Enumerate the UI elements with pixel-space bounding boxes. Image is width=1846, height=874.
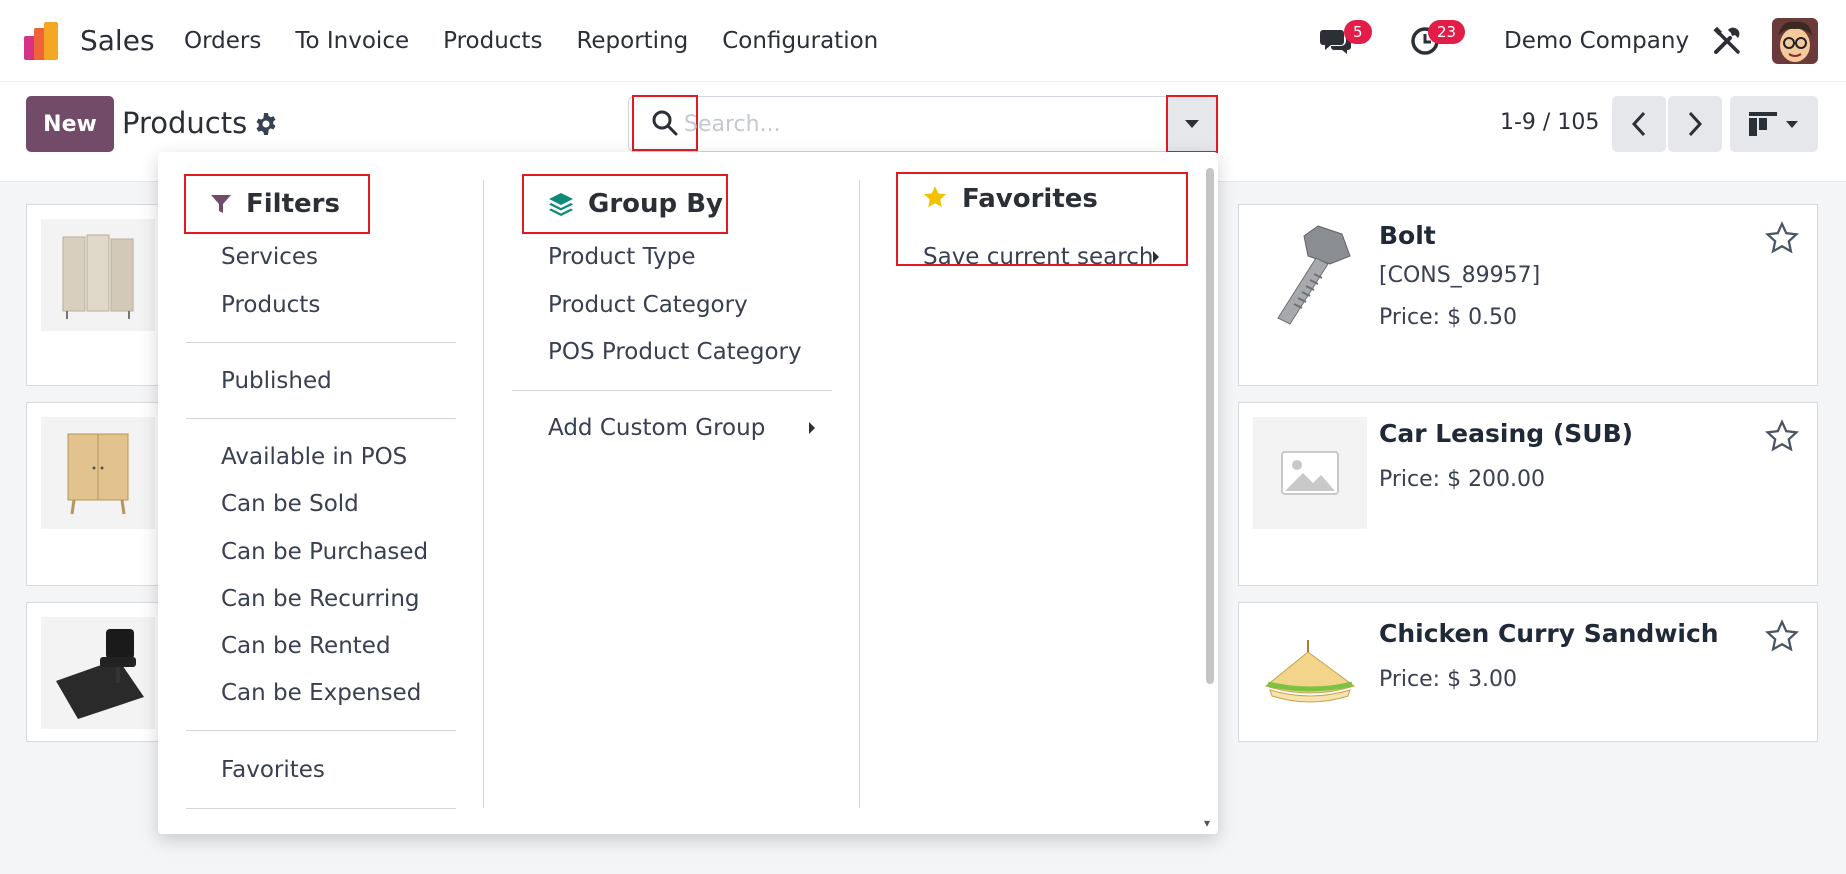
dropdown-scrollbar[interactable] xyxy=(1206,168,1214,684)
product-card[interactable] xyxy=(26,602,176,742)
sales-app-logo-icon[interactable] xyxy=(24,22,64,62)
group-by-title: Group By xyxy=(588,189,723,219)
product-price: Price: $ 3.00 xyxy=(1379,667,1518,692)
product-image xyxy=(41,617,155,729)
top-navbar: Sales Orders To Invoice Products Reporti… xyxy=(0,0,1846,82)
group-by-pos-product-category[interactable]: POS Product Category xyxy=(548,339,802,365)
filters-title: Filters xyxy=(246,189,340,219)
chevron-right-icon xyxy=(1688,111,1703,137)
search-input[interactable] xyxy=(684,104,1164,144)
search-panel-dropdown: Filters Services Products Published Avai… xyxy=(158,152,1218,834)
pager-value[interactable]: 1-9 / 105 xyxy=(1500,110,1599,135)
menu-products[interactable]: Products xyxy=(443,28,542,54)
search-options-toggle[interactable] xyxy=(1166,95,1218,153)
product-image xyxy=(1253,617,1367,729)
product-card[interactable] xyxy=(26,204,176,386)
pager-next-button[interactable] xyxy=(1668,96,1722,152)
filter-icon xyxy=(211,195,231,213)
activities-badge: 23 xyxy=(1428,20,1466,44)
caret-down-icon xyxy=(1786,120,1798,128)
filter-can-be-rented[interactable]: Can be Rented xyxy=(221,633,391,659)
debug-tools-icon[interactable] xyxy=(1712,26,1742,56)
sandwich-image xyxy=(1264,640,1356,703)
group-by-divider xyxy=(512,390,832,391)
layers-icon xyxy=(549,193,573,216)
menu-to-invoice[interactable]: To Invoice xyxy=(295,28,409,54)
scroll-down-arrow-icon[interactable]: ▾ xyxy=(1204,816,1210,830)
filter-published[interactable]: Published xyxy=(221,368,332,394)
filter-favorites[interactable]: Favorites xyxy=(221,757,325,783)
product-image xyxy=(41,417,155,529)
image-placeholder-icon xyxy=(1281,451,1339,495)
kanban-view-icon xyxy=(1749,112,1777,136)
view-switcher-button[interactable] xyxy=(1730,96,1818,152)
caret-right-icon xyxy=(1153,251,1159,263)
caret-right-icon xyxy=(809,422,815,434)
add-custom-group[interactable]: Add Custom Group xyxy=(548,415,765,441)
room-divider-image xyxy=(62,234,134,319)
menu-orders[interactable]: Orders xyxy=(184,28,261,54)
app-name[interactable]: Sales xyxy=(80,24,155,57)
product-price: Price: $ 200.00 xyxy=(1379,467,1546,492)
product-card-bolt[interactable]: Bolt [CONS_89957] Price: $ 0.50 xyxy=(1238,204,1818,386)
pager-previous-button[interactable] xyxy=(1612,96,1666,152)
product-image xyxy=(41,219,155,331)
filters-divider xyxy=(186,342,456,343)
column-separator xyxy=(859,180,860,808)
filter-can-be-recurring[interactable]: Can be Recurring xyxy=(221,586,420,612)
save-current-search[interactable]: Save current search xyxy=(923,244,1153,270)
main-menu: Orders To Invoice Products Reporting Con… xyxy=(184,28,912,54)
filter-products[interactable]: Products xyxy=(221,292,320,318)
group-by-product-type[interactable]: Product Type xyxy=(548,244,695,270)
filters-header: Filters xyxy=(184,174,370,234)
chair-mat-image xyxy=(56,629,144,719)
product-image xyxy=(1253,219,1367,331)
product-image-placeholder xyxy=(1253,417,1367,529)
menu-reporting[interactable]: Reporting xyxy=(576,28,688,54)
menu-configuration[interactable]: Configuration xyxy=(722,28,878,54)
bolt-image xyxy=(1277,225,1351,325)
user-avatar[interactable] xyxy=(1772,18,1818,64)
filter-services[interactable]: Services xyxy=(221,244,318,270)
product-name: Bolt xyxy=(1379,221,1436,250)
cabinet-image xyxy=(67,433,129,515)
favorites-title: Favorites xyxy=(962,184,1098,214)
filter-can-be-expensed[interactable]: Can be Expensed xyxy=(221,680,421,706)
company-switcher[interactable]: Demo Company xyxy=(1504,28,1689,54)
product-name: Chicken Curry Sandwich xyxy=(1379,619,1719,648)
filters-divider xyxy=(186,730,456,731)
filter-can-be-purchased[interactable]: Can be Purchased xyxy=(221,539,428,565)
group-by-product-category[interactable]: Product Category xyxy=(548,292,748,318)
star-icon[interactable] xyxy=(1765,221,1799,255)
product-card[interactable] xyxy=(26,402,176,586)
group-by-header: Group By xyxy=(522,174,728,234)
gear-icon[interactable] xyxy=(254,112,278,136)
product-code: [CONS_89957] xyxy=(1379,263,1541,288)
product-price: Price: $ 0.50 xyxy=(1379,305,1518,330)
product-card-car-leasing[interactable]: Car Leasing (SUB) Price: $ 200.00 xyxy=(1238,402,1818,586)
filters-divider xyxy=(186,808,456,809)
star-icon[interactable] xyxy=(1765,419,1799,453)
messages-badge: 5 xyxy=(1344,20,1372,44)
product-card-chicken-curry-sandwich[interactable]: Chicken Curry Sandwich Price: $ 3.00 xyxy=(1238,602,1818,742)
page-title[interactable]: Products xyxy=(122,106,247,140)
column-separator xyxy=(483,180,484,808)
filter-can-be-sold[interactable]: Can be Sold xyxy=(221,491,359,517)
product-name: Car Leasing (SUB) xyxy=(1379,419,1634,448)
search-icon xyxy=(652,110,678,136)
star-icon[interactable] xyxy=(1765,619,1799,653)
filters-divider xyxy=(186,418,456,419)
caret-down-icon xyxy=(1185,120,1199,128)
chevron-left-icon xyxy=(1631,111,1646,137)
filter-available-in-pos[interactable]: Available in POS xyxy=(221,444,407,470)
star-filled-icon xyxy=(923,186,947,208)
new-button[interactable]: New xyxy=(26,96,114,152)
